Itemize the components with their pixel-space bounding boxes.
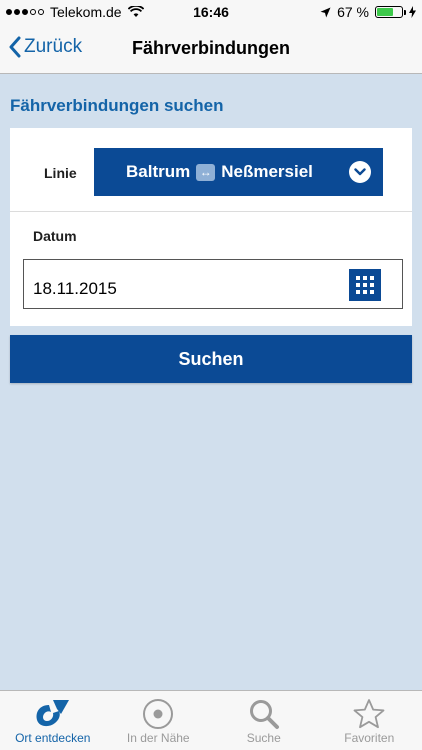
section-title: Fährverbindungen suchen [10, 96, 224, 115]
navigation-bar: Zurück Fährverbindungen [0, 24, 422, 74]
tab-label: Ort entdecken [15, 731, 91, 745]
calendar-button[interactable] [349, 269, 381, 301]
date-label: Datum [33, 228, 77, 244]
location-arrow-icon [320, 7, 331, 17]
tab-label: In der Nähe [126, 731, 190, 745]
tab-suche[interactable]: Suche [211, 691, 317, 750]
tab-label: Favoriten [344, 731, 395, 745]
calendar-icon [356, 276, 374, 294]
charging-icon [409, 6, 416, 18]
tab-ort-entdecken[interactable]: Ort entdecken [0, 691, 106, 750]
date-value: 18.11.2015 [33, 279, 117, 298]
search-button[interactable]: Suchen [10, 335, 412, 383]
line-label: Linie [44, 165, 77, 181]
tab-in-der-naehe[interactable]: In der Nähe [106, 691, 212, 750]
tab-favoriten[interactable]: Favoriten [317, 691, 422, 750]
line-to: Neßmersiel [221, 162, 313, 181]
status-bar: Telekom.de 16:46 67 % [0, 0, 422, 24]
tab-bar: Ort entdecken In der Nähe Suche Favorite… [0, 690, 422, 750]
battery-percent: 67 % [337, 4, 369, 20]
location-logo-icon [35, 697, 71, 731]
search-icon [248, 697, 280, 731]
swap-arrows-icon: ↔ [196, 163, 216, 181]
line-from: Baltrum [126, 162, 191, 181]
date-field[interactable]: 18.11.2015 [23, 259, 403, 309]
page-title: Fährverbindungen [131, 38, 290, 58]
divider [10, 211, 412, 212]
tab-label: Suche [246, 731, 281, 745]
star-icon [352, 697, 386, 731]
battery-level [377, 8, 394, 16]
nearby-icon [142, 697, 174, 731]
battery-icon [375, 6, 406, 18]
chevron-down-icon [349, 161, 371, 183]
line-select[interactable]: Baltrum ↔ Neßmersiel [94, 148, 383, 196]
